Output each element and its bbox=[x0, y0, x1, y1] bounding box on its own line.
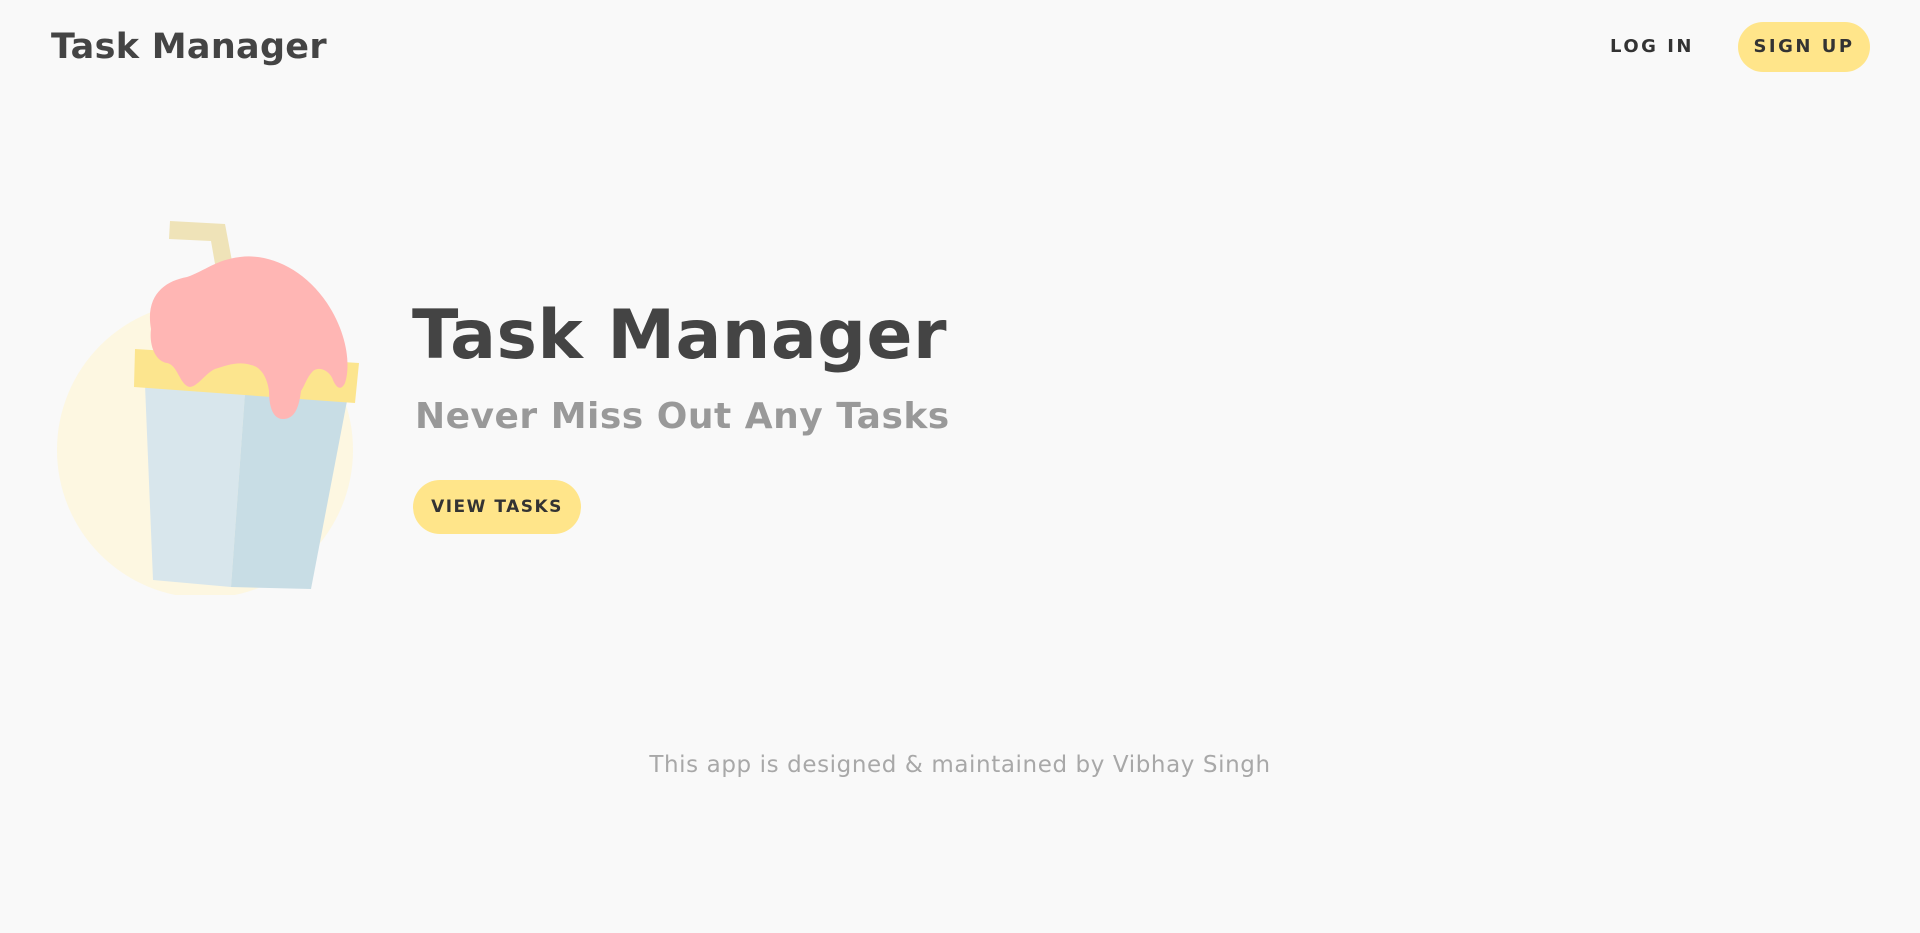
hero-title: Task Manager bbox=[412, 296, 948, 375]
signup-button[interactable]: SIGN UP bbox=[1738, 22, 1870, 72]
brand-logo-link[interactable]: Task Manager bbox=[51, 27, 327, 67]
cup-body-right bbox=[231, 393, 347, 589]
view-tasks-button[interactable]: VIEW TASKS bbox=[413, 480, 581, 534]
page: Task Manager LOG IN SIGN UP Task Manager… bbox=[0, 0, 1920, 933]
login-link[interactable]: LOG IN bbox=[1592, 22, 1712, 72]
hero-subtitle: Never Miss Out Any Tasks bbox=[415, 396, 950, 437]
footer-credit: This app is designed & maintained by Vib… bbox=[649, 752, 1271, 778]
cup-body-left bbox=[145, 385, 245, 587]
ice-cream-cup-illustration bbox=[55, 215, 375, 598]
top-navbar: Task Manager LOG IN SIGN UP bbox=[0, 0, 1920, 96]
